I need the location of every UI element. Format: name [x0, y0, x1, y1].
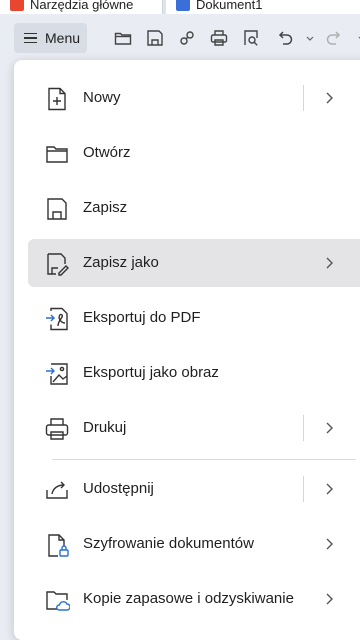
menu-item-label: Udostępnij: [83, 480, 154, 497]
menu-item-label: Zapisz jako: [83, 254, 159, 271]
menu-item-save-as[interactable]: Zapisz jako: [28, 239, 360, 287]
tab-strip: Narzędzia główne Dokument1: [0, 0, 360, 14]
save-icon[interactable]: [145, 28, 165, 48]
quick-access-toolbar: Menu: [0, 14, 360, 60]
undo-icon[interactable]: [275, 28, 295, 48]
chevron-right-icon[interactable]: [321, 420, 337, 436]
chevron-right-icon[interactable]: [321, 481, 337, 497]
folder-open-icon[interactable]: [113, 28, 133, 48]
more-icon[interactable]: [352, 28, 360, 48]
export-pdf-icon: [44, 306, 70, 332]
tab-home[interactable]: Narzędzia główne: [0, 0, 163, 14]
menu-item-label: Otwórz: [83, 144, 131, 161]
tab-document[interactable]: Dokument1: [166, 0, 360, 14]
split-divider: [303, 476, 304, 502]
chevron-right-icon[interactable]: [321, 90, 337, 106]
app-logo-icon: [10, 0, 24, 11]
menu-item-export-image[interactable]: Eksportuj jako obraz: [28, 349, 360, 397]
export-share-icon[interactable]: [177, 28, 197, 48]
menu-item-export-pdf[interactable]: Eksportuj do PDF: [28, 294, 360, 342]
print-preview-icon[interactable]: [241, 28, 261, 48]
undo-dropdown-icon[interactable]: [300, 28, 314, 48]
menu-item-new[interactable]: Nowy: [28, 74, 360, 122]
menu-item-print[interactable]: Drukuj: [28, 404, 360, 452]
document-tab-icon: [176, 0, 190, 11]
chevron-right-icon[interactable]: [321, 536, 337, 552]
menu-item-label: Kopie zapasowe i odzyskiwanie: [83, 590, 294, 607]
menu-item-share[interactable]: Udostępnij: [28, 465, 360, 513]
menu-item-open[interactable]: Otwórz: [28, 129, 360, 177]
new-document-icon: [44, 86, 70, 112]
folder-open-icon: [44, 141, 70, 167]
chevron-right-icon[interactable]: [321, 255, 337, 271]
menu-button[interactable]: Menu: [14, 23, 87, 53]
file-menu-panel: Nowy Otwórz Zapisz Zapisz jako Eksportuj…: [14, 60, 360, 640]
menu-item-label: Eksportuj do PDF: [83, 309, 201, 326]
menu-divider: [52, 459, 356, 460]
menu-button-label: Menu: [45, 30, 81, 46]
menu-item-document-encryption[interactable]: Szyfrowanie dokumentów: [28, 520, 360, 568]
chevron-right-icon[interactable]: [321, 591, 337, 607]
menu-item-backup-recovery[interactable]: Kopie zapasowe i odzyskiwanie: [28, 575, 360, 623]
tab-document-label: Dokument1: [196, 0, 263, 12]
menu-item-label: Szyfrowanie dokumentów: [83, 535, 254, 552]
menu-item-label: Drukuj: [83, 419, 127, 436]
print-icon: [44, 416, 70, 442]
print-icon[interactable]: [209, 28, 229, 48]
split-divider: [303, 415, 304, 441]
document-encryption-icon: [44, 532, 70, 558]
save-as-icon: [44, 251, 70, 277]
menu-item-label: Zapisz: [83, 199, 128, 216]
share-icon: [44, 477, 70, 503]
tab-home-label: Narzędzia główne: [30, 0, 134, 12]
backup-recovery-icon: [44, 587, 70, 613]
hamburger-icon: [24, 30, 37, 47]
menu-item-save[interactable]: Zapisz: [28, 184, 360, 232]
split-divider: [303, 85, 304, 111]
save-icon: [44, 196, 70, 222]
export-image-icon: [44, 361, 70, 387]
menu-item-label: Nowy: [83, 89, 121, 106]
menu-item-label: Eksportuj jako obraz: [83, 364, 219, 381]
redo-icon[interactable]: [324, 28, 344, 48]
